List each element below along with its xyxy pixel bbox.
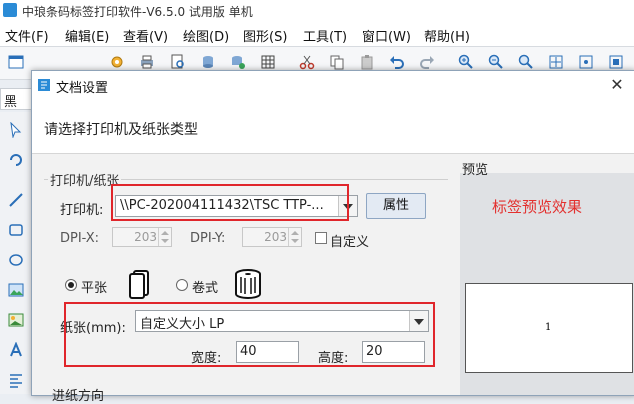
custom-label: 自定义 bbox=[330, 235, 370, 250]
highlight-box-printer bbox=[111, 184, 349, 221]
zoom-out-icon[interactable] bbox=[488, 54, 504, 70]
roll-paper-icon bbox=[235, 269, 261, 299]
menu-edit[interactable]: 编辑(E) bbox=[65, 26, 109, 45]
print-preview-icon[interactable] bbox=[170, 54, 186, 70]
printer-label: 打印机: bbox=[60, 203, 104, 218]
preview-effect-text: 标签预览效果 bbox=[492, 198, 583, 216]
zoom-in-icon[interactable] bbox=[458, 54, 474, 70]
spinner-arrows-icon[interactable] bbox=[288, 228, 301, 246]
zoom-icon[interactable] bbox=[518, 54, 534, 70]
highlight-box-paper bbox=[64, 302, 435, 367]
grid-icon[interactable] bbox=[260, 54, 276, 70]
dpi-y-spinner[interactable]: 203 bbox=[242, 227, 302, 247]
menu-tools[interactable]: 工具(T) bbox=[303, 26, 347, 45]
custom-checkbox[interactable] bbox=[315, 232, 327, 244]
paste-icon[interactable] bbox=[359, 54, 375, 70]
preview-number: 1 bbox=[545, 322, 552, 333]
dpi-x-value: 203 bbox=[134, 230, 157, 244]
menu-draw[interactable]: 绘图(D) bbox=[183, 26, 229, 45]
undo-icon[interactable] bbox=[389, 54, 405, 70]
dialog-title: 文档设置 bbox=[56, 81, 109, 96]
dpi-y-label: DPI-Y: bbox=[190, 231, 226, 246]
roll-label: 卷式 bbox=[192, 281, 219, 296]
document-settings-dialog: 文档设置 ✕ 请选择打印机及纸张类型 打印机/纸张 打印机: \\PC-2020… bbox=[31, 70, 634, 404]
dpi-x-label: DPI-X: bbox=[60, 231, 100, 246]
font-selector[interactable]: 黑体 bbox=[0, 88, 32, 129]
line-icon[interactable] bbox=[8, 192, 24, 208]
menu-window[interactable]: 窗口(W) bbox=[362, 26, 411, 45]
sheet-radio[interactable] bbox=[65, 279, 77, 291]
rotate-icon[interactable] bbox=[8, 152, 24, 168]
fit-page-icon[interactable] bbox=[548, 54, 564, 70]
label-preview: 1 bbox=[465, 283, 633, 373]
close-icon[interactable]: ✕ bbox=[607, 75, 627, 95]
rectangle-icon[interactable] bbox=[8, 222, 24, 238]
pointer-icon[interactable] bbox=[8, 122, 24, 138]
app-title: 中琅条码标签打印软件-V6.5.0 试用版 单机 bbox=[22, 5, 253, 19]
instruction-text: 请选择打印机及纸张类型 bbox=[44, 122, 198, 138]
menu-help[interactable]: 帮助(H) bbox=[424, 26, 470, 45]
dialog-title-bar: 文档设置 ✕ bbox=[32, 71, 634, 99]
copy-icon[interactable] bbox=[329, 54, 345, 70]
image-icon[interactable] bbox=[8, 282, 24, 298]
settings-icon[interactable] bbox=[109, 54, 125, 70]
database-settings-icon[interactable] bbox=[230, 54, 246, 70]
redo-icon[interactable] bbox=[419, 54, 435, 70]
menu-file[interactable]: 文件(F) bbox=[5, 26, 49, 45]
spinner-arrows-icon[interactable] bbox=[158, 228, 171, 246]
rich-text-icon[interactable] bbox=[8, 372, 24, 388]
dialog-header: 请选择打印机及纸张类型 bbox=[32, 99, 634, 154]
picture-icon[interactable] bbox=[8, 312, 24, 328]
sheet-paper-icon bbox=[129, 270, 149, 299]
dpi-y-value: 203 bbox=[264, 230, 287, 244]
menu-shape[interactable]: 图形(S) bbox=[243, 26, 287, 45]
sheet-label: 平张 bbox=[81, 281, 108, 296]
print-icon[interactable] bbox=[139, 54, 155, 70]
roll-radio[interactable] bbox=[176, 279, 188, 291]
left-toolbar bbox=[0, 112, 33, 394]
app-logo-icon bbox=[3, 3, 17, 17]
preview-label: 预览 bbox=[462, 163, 489, 178]
menu-view[interactable]: 查看(V) bbox=[123, 26, 168, 45]
window-icon[interactable] bbox=[8, 54, 24, 70]
app-title-bar: 中琅条码标签打印软件-V6.5.0 试用版 单机 bbox=[0, 0, 634, 23]
dialog-app-icon bbox=[38, 79, 50, 91]
fit-width-icon[interactable] bbox=[578, 54, 594, 70]
properties-button[interactable]: 属性 bbox=[366, 193, 426, 219]
cut-icon[interactable] bbox=[299, 54, 315, 70]
dpi-x-spinner[interactable]: 203 bbox=[112, 227, 172, 247]
ellipse-icon[interactable] bbox=[8, 252, 24, 268]
actual-size-icon[interactable] bbox=[608, 54, 624, 70]
text-icon[interactable] bbox=[8, 342, 24, 358]
menu-bar: 文件(F) 编辑(E) 查看(V) 绘图(D) 图形(S) 工具(T) 窗口(W… bbox=[0, 22, 634, 46]
feed-direction-label: 进纸方向 bbox=[52, 389, 105, 404]
database-icon[interactable] bbox=[200, 54, 216, 70]
